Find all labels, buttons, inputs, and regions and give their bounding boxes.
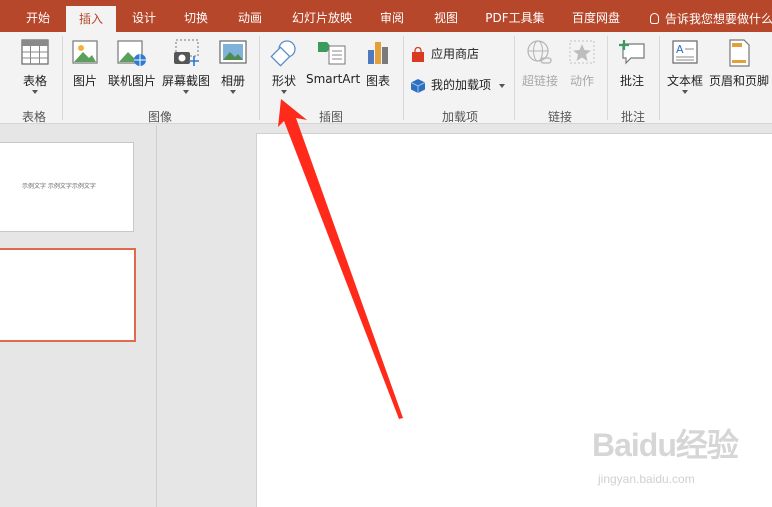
powerpoint-window: 开始 插入 设计 切换 动画 幻灯片放映 审阅 视图 PDF工具集 百度网盘 告…: [0, 0, 772, 507]
baidu-jingyan-watermark: Baidu经验 jingyan.baidu.com: [592, 420, 772, 500]
watermark-url-text: jingyan.baidu.com: [598, 472, 695, 486]
watermark-main-text: Baidu经验: [592, 427, 739, 463]
